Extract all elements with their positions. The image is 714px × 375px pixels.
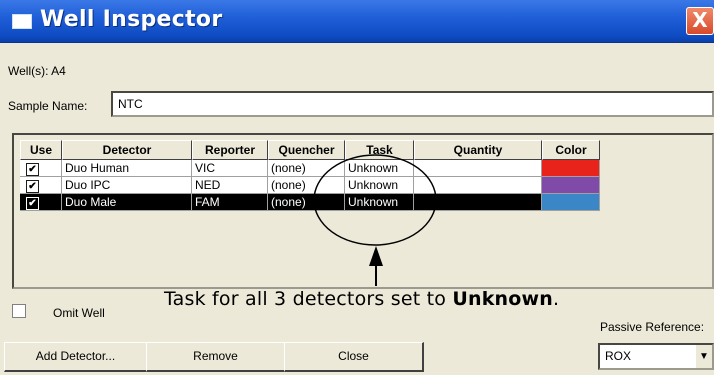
close-button[interactable]: Close bbox=[284, 342, 424, 372]
checkmark-icon[interactable]: ✔ bbox=[26, 197, 39, 210]
quencher-cell: (none) bbox=[268, 160, 345, 177]
column-header-detector[interactable]: Detector bbox=[62, 140, 192, 160]
reporter-cell: FAM bbox=[192, 194, 268, 211]
task-cell[interactable]: Unknown bbox=[345, 160, 414, 177]
quantity-cell[interactable] bbox=[414, 194, 542, 211]
omit-well-checkbox[interactable] bbox=[12, 304, 26, 318]
detector-table: Use Detector Reporter Quencher Task Quan… bbox=[12, 133, 714, 289]
column-header-color[interactable]: Color bbox=[542, 140, 600, 160]
task-cell[interactable]: Unknown bbox=[345, 177, 414, 194]
window-icon bbox=[12, 14, 32, 29]
passive-reference-select[interactable]: ROX ▼ bbox=[598, 343, 714, 370]
quencher-cell: (none) bbox=[268, 177, 345, 194]
title-bar: Well Inspector X bbox=[0, 0, 714, 43]
passive-reference-value: ROX bbox=[605, 349, 632, 363]
annotation-text: Task for all 3 detectors set to bbox=[164, 288, 453, 310]
detector-cell: Duo Male bbox=[62, 194, 192, 211]
quencher-cell: (none) bbox=[268, 194, 345, 211]
reporter-cell: NED bbox=[192, 177, 268, 194]
column-header-task[interactable]: Task bbox=[345, 140, 414, 160]
add-detector-button[interactable]: Add Detector... bbox=[4, 342, 148, 372]
sample-name-input[interactable] bbox=[111, 91, 714, 117]
use-cell[interactable]: ✔ bbox=[20, 160, 62, 177]
column-header-quencher[interactable]: Quencher bbox=[268, 140, 345, 160]
annotation-caption: Task for all 3 detectors set to Unknown. bbox=[164, 288, 559, 310]
detector-cell: Duo IPC bbox=[62, 177, 192, 194]
use-cell[interactable]: ✔ bbox=[20, 177, 62, 194]
passive-reference-label: Passive Reference: bbox=[600, 320, 705, 334]
dropdown-arrow-icon[interactable]: ▼ bbox=[695, 345, 712, 368]
column-header-reporter[interactable]: Reporter bbox=[192, 140, 268, 160]
checkmark-icon[interactable]: ✔ bbox=[26, 163, 39, 176]
window-title: Well Inspector bbox=[40, 7, 223, 32]
omit-well-label: Omit Well bbox=[53, 306, 105, 320]
color-swatch[interactable] bbox=[542, 177, 600, 194]
quantity-cell[interactable] bbox=[414, 177, 542, 194]
annotation-end: . bbox=[553, 288, 560, 310]
reporter-cell: VIC bbox=[192, 160, 268, 177]
color-swatch[interactable] bbox=[542, 194, 600, 211]
column-header-quantity[interactable]: Quantity bbox=[414, 140, 542, 160]
close-window-button[interactable]: X bbox=[686, 7, 714, 35]
detector-cell: Duo Human bbox=[62, 160, 192, 177]
color-swatch[interactable] bbox=[542, 160, 600, 177]
task-cell[interactable]: Unknown bbox=[345, 194, 414, 211]
sample-name-label: Sample Name: bbox=[8, 99, 88, 113]
annotation-bold: Unknown bbox=[452, 288, 553, 310]
checkmark-icon[interactable]: ✔ bbox=[26, 180, 39, 193]
wells-label: Well(s): A4 bbox=[8, 64, 66, 78]
column-header-use[interactable]: Use bbox=[20, 140, 62, 160]
use-cell[interactable]: ✔ bbox=[20, 194, 62, 211]
quantity-cell[interactable] bbox=[414, 160, 542, 177]
remove-button[interactable]: Remove bbox=[146, 342, 286, 372]
